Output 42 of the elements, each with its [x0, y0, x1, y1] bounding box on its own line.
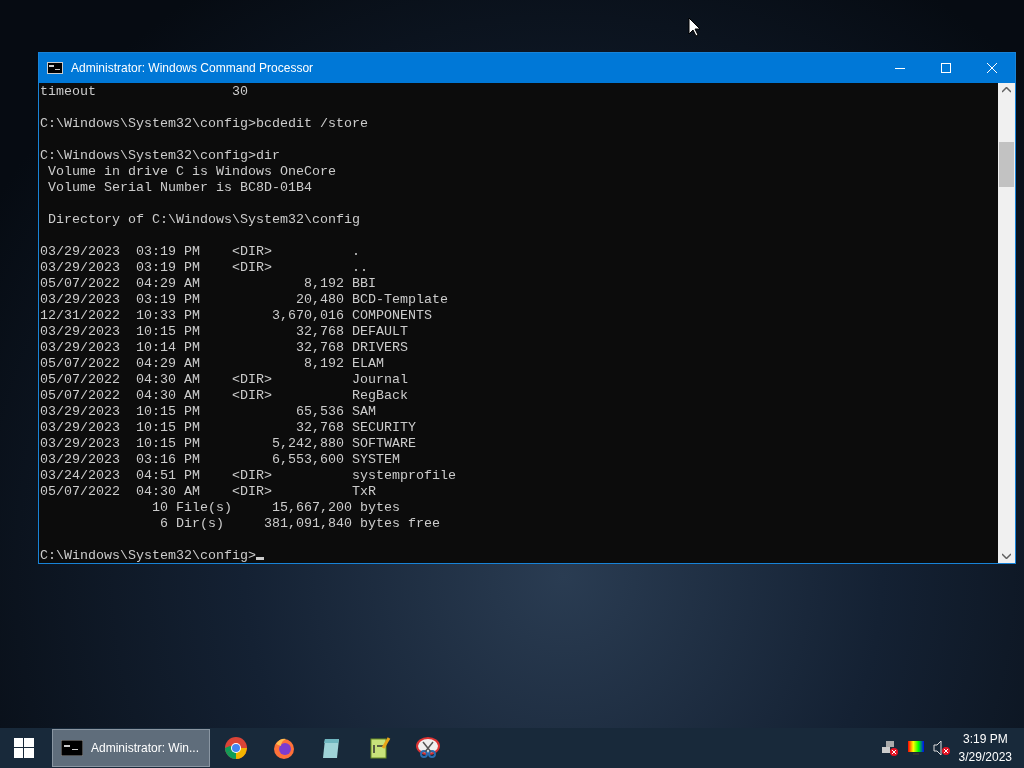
console-line: 05/07/2022 04:30 AM <DIR> TxR — [40, 484, 376, 500]
console-line: 03/29/2023 10:15 PM 32,768 SECURITY — [40, 420, 416, 436]
console-line: 05/07/2022 04:29 AM 8,192 BBI — [40, 276, 376, 292]
scrollbar-thumb[interactable] — [999, 142, 1014, 187]
window-title: Administrator: Windows Command Processor — [71, 60, 314, 77]
network-icon — [880, 740, 899, 756]
muted-speaker-icon[interactable] — [932, 740, 951, 756]
console-line: Volume in drive C is Windows OneCore — [47, 164, 336, 180]
console-line: Directory of C:\Windows\System32\config — [47, 212, 360, 228]
console-line: 03/29/2023 03:19 PM <DIR> . — [40, 244, 360, 260]
console-line: timeout 30 — [40, 84, 248, 100]
console-line: 03/29/2023 10:15 PM 5,242,880 SOFTWARE — [40, 436, 416, 452]
console-line: 05/07/2022 04:29 AM 8,192 ELAM — [40, 356, 384, 372]
clock-time[interactable]: 3:19 PM — [958, 730, 1012, 748]
console-icon — [61, 740, 83, 756]
close-icon — [987, 63, 997, 73]
console-line: C:\Windows\System32\config>dir — [40, 148, 280, 164]
scrollbar[interactable] — [998, 83, 1015, 563]
console-line: 03/29/2023 03:19 PM <DIR> .. — [40, 260, 368, 276]
scroll-up-icon[interactable] — [1002, 87, 1011, 93]
maximize-icon — [941, 63, 951, 73]
console-line: 03/29/2023 10:15 PM 32,768 DEFAULT — [40, 324, 408, 340]
mouse-pointer-icon — [688, 17, 700, 37]
console-line: C:\Windows\System32\config>bcdedit /store — [40, 116, 368, 132]
text-cursor — [255, 557, 264, 560]
console-line: 03/29/2023 10:15 PM 65,536 SAM — [40, 404, 376, 420]
command-prompt: C:\Windows\System32\config> — [40, 548, 264, 563]
taskbar-window-button[interactable]: Administrator: Win... — [52, 729, 210, 767]
console-line: 05/07/2022 04:30 AM <DIR> Journal — [40, 372, 408, 388]
scroll-down-icon[interactable] — [1002, 553, 1011, 559]
console-line: 12/31/2022 10:33 PM 3,670,016 COMPONENTS — [40, 308, 432, 324]
console-line: 05/07/2022 04:30 AM <DIR> RegBack — [40, 388, 408, 404]
console-line: Volume Serial Number is BC8D-01B4 — [47, 180, 312, 196]
console-line: 03/29/2023 03:16 PM 6,553,600 SYSTEM — [40, 452, 400, 468]
color-display-icon — [906, 740, 925, 756]
console-line: 10 File(s) 15,667,200 bytes — [150, 500, 400, 516]
console-line: 03/29/2023 03:19 PM 20,480 BCD-Template — [40, 292, 448, 308]
console-line: 03/24/2023 04:51 PM <DIR> systemprofile — [40, 468, 456, 484]
console-line: 6 Dir(s) 381,091,840 bytes free — [158, 516, 440, 532]
console-icon — [47, 62, 63, 74]
clock-date[interactable]: 3/29/2023 — [958, 748, 1012, 766]
console-line: 03/29/2023 10:14 PM 32,768 DRIVERS — [40, 340, 408, 356]
